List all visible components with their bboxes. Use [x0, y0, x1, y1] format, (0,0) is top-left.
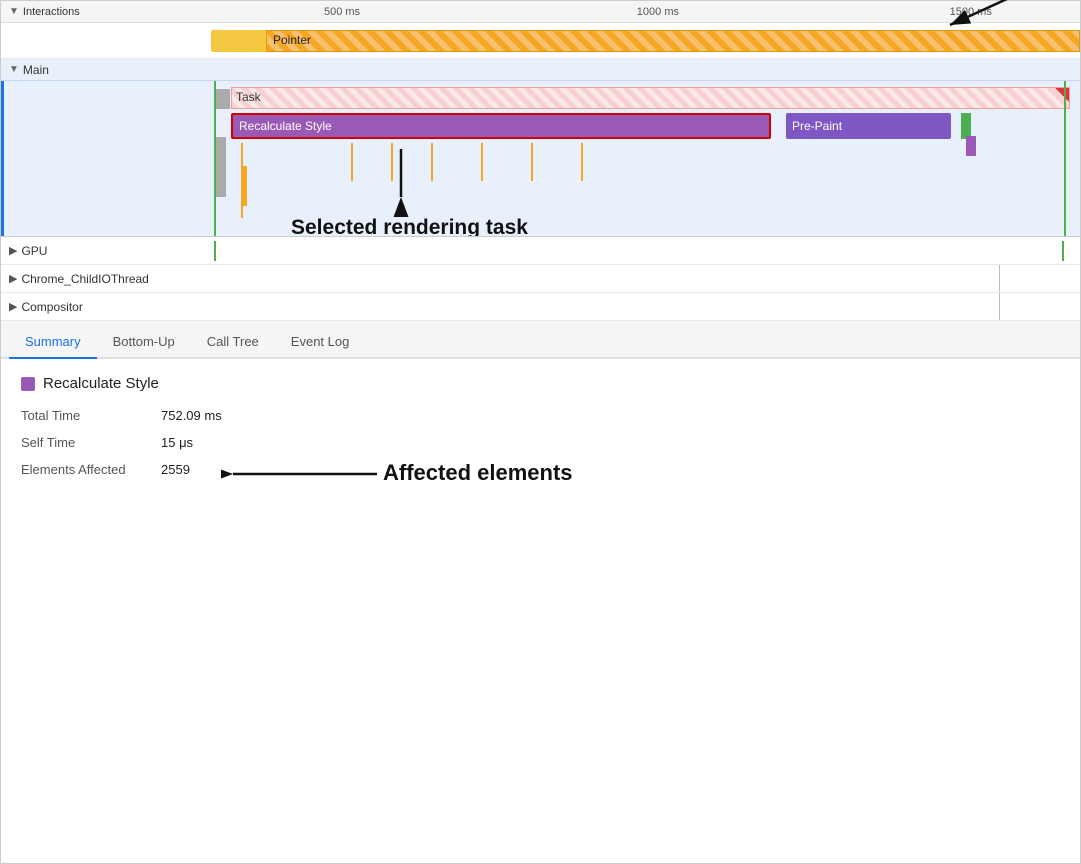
elements-affected-row: Elements Affected 2559 Affected elements — [21, 462, 1060, 477]
interactions-row: Pointer Interaction — [1, 23, 1080, 59]
elements-affected-value: 2559 — [161, 462, 190, 477]
chrome-child-row[interactable]: ▶ Chrome_ChildIOThread — [1, 265, 1080, 293]
summary-title: Recalculate Style — [21, 375, 1060, 392]
compositor-divider — [999, 293, 1000, 320]
orange-small-block — [241, 166, 247, 206]
total-time-value: 752.09 ms — [161, 408, 222, 423]
orange-tick-1 — [351, 143, 353, 181]
total-time-label: Total Time — [21, 408, 141, 423]
pointer-label: Pointer — [273, 33, 311, 47]
time-ruler: ▼ Interactions 500 ms 1000 ms 1500 ms — [1, 1, 1080, 23]
tick-1000: 1000 ms — [637, 6, 679, 18]
tab-summary[interactable]: Summary — [9, 328, 97, 359]
gray-block-2 — [216, 137, 226, 197]
chrome-child-chevron-icon[interactable]: ▶ — [9, 272, 17, 285]
affected-elements-text: Affected elements — [383, 460, 573, 485]
main-header-row: ▼ Main — [1, 59, 1080, 81]
main-section: ▼ Main Task Recalculate Style Pre-Paint — [1, 59, 1080, 237]
tab-event-log[interactable]: Event Log — [275, 328, 366, 359]
gpu-content — [211, 237, 1080, 264]
thread-divider — [999, 265, 1000, 292]
flame-chart-area[interactable]: Task Recalculate Style Pre-Paint — [1, 81, 1080, 236]
gpu-label: ▶ GPU — [1, 244, 211, 258]
ruler-ticks: 500 ms 1000 ms 1500 ms — [211, 1, 1080, 22]
summary-event-name: Recalculate Style — [43, 375, 159, 392]
affected-elements-annotation-svg: Affected elements — [221, 452, 581, 502]
self-time-value: 15 μs — [161, 435, 193, 450]
orange-tick-6 — [581, 143, 583, 181]
interactions-content: Pointer — [211, 23, 1080, 58]
task-red-corner — [1055, 88, 1069, 102]
summary-panel: Recalculate Style Total Time 752.09 ms S… — [1, 359, 1080, 863]
interaction-hatched-bar — [266, 30, 1080, 52]
tab-bottom-up[interactable]: Bottom-Up — [97, 328, 191, 359]
gray-block-1 — [216, 89, 230, 109]
elements-affected-label: Elements Affected — [21, 462, 141, 477]
chrome-child-label: ▶ Chrome_ChildIOThread — [1, 272, 211, 286]
rendering-task-annotation-svg: Selected rendering task — [281, 139, 641, 236]
task-bar[interactable]: Task — [231, 87, 1070, 109]
orange-tick-5 — [531, 143, 533, 181]
main-label: ▼ Main — [1, 63, 211, 77]
blue-left-border — [1, 81, 4, 236]
total-time-row: Total Time 752.09 ms — [21, 408, 1060, 423]
main-section-label: Main — [23, 63, 49, 77]
task-label: Task — [236, 90, 261, 104]
purple-color-swatch — [21, 377, 35, 391]
thread-rows: ▶ GPU ▶ Chrome_ChildIOThread ▶ Composito… — [1, 237, 1080, 321]
orange-tick-3 — [431, 143, 433, 181]
self-time-row: Self Time 15 μs — [21, 435, 1060, 450]
tick-500: 500 ms — [324, 6, 360, 18]
interactions-header-label: Interactions — [23, 6, 80, 18]
compositor-row[interactable]: ▶ Compositor — [1, 293, 1080, 321]
compositor-label: ▶ Compositor — [1, 300, 211, 314]
devtools-panel: ▼ Interactions 500 ms 1000 ms 1500 ms Po… — [1, 1, 1080, 863]
ruler-interactions-label: ▼ Interactions — [1, 6, 211, 18]
tick-1500: 1500 ms — [950, 6, 992, 18]
self-time-label: Self Time — [21, 435, 141, 450]
tabs-bar: Summary Bottom-Up Call Tree Event Log — [1, 321, 1080, 359]
prepaint-label: Pre-Paint — [792, 119, 842, 133]
gpu-chevron-icon[interactable]: ▶ — [9, 244, 17, 257]
svg-text:Selected rendering task: Selected rendering task — [291, 216, 528, 236]
prepaint-bar[interactable]: Pre-Paint — [786, 113, 951, 139]
green-line-left — [214, 81, 216, 236]
gpu-green-dot-left — [214, 241, 216, 261]
gpu-row[interactable]: ▶ GPU — [1, 237, 1080, 265]
recalculate-style-label: Recalculate Style — [239, 119, 332, 133]
recalculate-style-bar[interactable]: Recalculate Style — [231, 113, 771, 139]
tab-call-tree[interactable]: Call Tree — [191, 328, 275, 359]
compositor-chevron-icon[interactable]: ▶ — [9, 300, 17, 313]
chrome-child-content — [211, 265, 1080, 292]
green-line-right — [1064, 81, 1066, 236]
orange-tick-2 — [391, 143, 393, 181]
purple-small-right — [966, 136, 976, 156]
gpu-green-dot-right — [1062, 241, 1064, 261]
pointer-yellow-block — [211, 30, 266, 52]
compositor-content — [211, 293, 1080, 320]
orange-tick-4 — [481, 143, 483, 181]
